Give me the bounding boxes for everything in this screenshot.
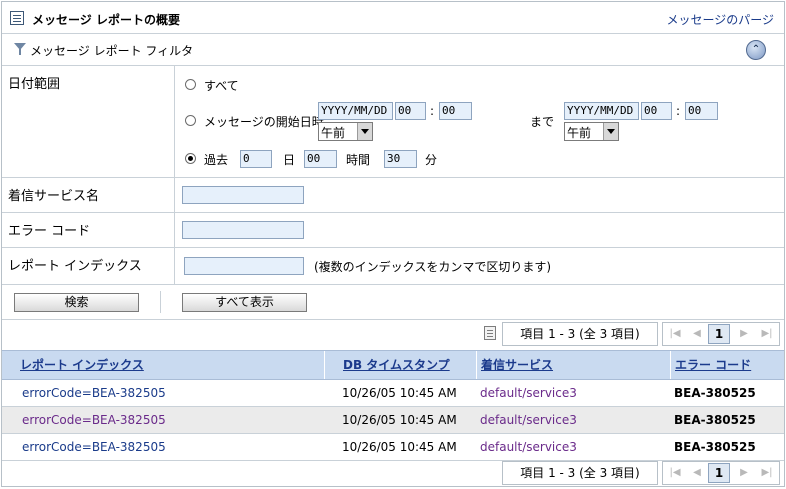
minutes-unit-label: 分	[425, 153, 438, 167]
inbound-service-row: 着信サービス名	[2, 178, 784, 213]
error-code-row: エラー コード	[2, 213, 784, 248]
pager-info: 項目 1 - 3 (全 3 項目)	[502, 322, 658, 346]
report-index-hint: (複数のインデックスをカンマで区切ります)	[314, 260, 552, 274]
days-unit-label: 日	[283, 153, 296, 167]
error-code-input[interactable]	[182, 221, 304, 239]
next-page-icon[interactable]: ▶	[732, 323, 756, 345]
first-page-icon[interactable]: |◀	[663, 462, 687, 484]
pager-buttons: |◀ ◀ 1 ▶ ▶|	[662, 322, 780, 346]
date-start-label: メッセージの開始日時	[204, 115, 324, 129]
current-page-button[interactable]: 1	[708, 463, 730, 483]
prev-page-icon[interactable]: ◀	[685, 323, 709, 345]
hours-unit-label: 時間	[346, 153, 371, 167]
date-past-radio[interactable]	[185, 153, 196, 164]
collapse-filter-button[interactable]: ⌃	[746, 40, 766, 60]
start-minute-input[interactable]: 00	[439, 102, 472, 120]
report-index-link[interactable]: errorCode=BEA-382505	[22, 380, 166, 406]
col-error-code[interactable]: エラー コード	[670, 351, 784, 379]
page-title: メッセージ レポートの概要	[32, 13, 180, 27]
until-label: まで	[530, 115, 555, 129]
table-row: errorCode=BEA-382505 10/26/05 10:45 AM d…	[2, 407, 784, 434]
date-range-row: 日付範囲 すべて メッセージの開始日時 YYYY/MM/DD 00 : 00 午…	[2, 66, 784, 178]
inbound-service-link[interactable]: default/service3	[480, 380, 577, 406]
report-index-row: レポート インデックス (複数のインデックスをカンマで区切ります)	[2, 248, 784, 285]
date-start-radio[interactable]	[185, 115, 196, 126]
show-all-button[interactable]: すべて表示	[182, 293, 307, 312]
report-index-link[interactable]: errorCode=BEA-382505	[22, 434, 166, 460]
col-report-index[interactable]: レポート インデックス	[2, 351, 320, 379]
pager-page-icon	[484, 326, 496, 340]
db-timestamp: 10/26/05 10:45 AM	[342, 386, 457, 400]
pager-bottom: 項目 1 - 3 (全 3 項目) |◀ ◀ 1 ▶ ▶|	[2, 461, 784, 485]
end-time-colon: :	[676, 104, 681, 118]
date-all-label: すべて	[204, 79, 239, 93]
chevron-down-icon	[357, 123, 372, 140]
col-inbound-service[interactable]: 着信サービス	[476, 351, 670, 379]
last-page-icon[interactable]: ▶|	[755, 323, 779, 345]
end-ampm-value: 午前	[567, 126, 592, 140]
message-report-summary-panel: メッセージ レポートの概要 メッセージのパージ メッセージ レポート フィルタ …	[1, 1, 785, 487]
report-index-input[interactable]	[184, 257, 304, 275]
actions-divider	[160, 291, 161, 313]
inbound-service-link[interactable]: default/service3	[480, 407, 577, 433]
date-past-label: 過去	[204, 153, 229, 167]
pager-info: 項目 1 - 3 (全 3 項目)	[502, 461, 658, 485]
table-row: errorCode=BEA-382505 10/26/05 10:45 AM d…	[2, 434, 784, 461]
past-minutes-input[interactable]: 30	[384, 150, 417, 168]
report-list-icon	[10, 11, 24, 25]
chevron-down-icon	[603, 123, 618, 140]
end-hour-input[interactable]: 00	[641, 102, 672, 120]
search-button[interactable]: 検索	[14, 293, 139, 312]
start-time-colon: :	[430, 104, 435, 118]
past-hours-input[interactable]: 00	[304, 150, 337, 168]
end-ampm-select[interactable]: 午前	[564, 122, 619, 141]
start-ampm-select[interactable]: 午前	[318, 122, 373, 141]
error-code-value: BEA-380525	[674, 413, 756, 427]
error-code-value: BEA-380525	[674, 440, 756, 454]
start-ampm-value: 午前	[321, 126, 346, 140]
results-table-header: レポート インデックス DB タイムスタンプ 着信サービス エラー コード	[2, 350, 784, 380]
filter-header: メッセージ レポート フィルタ ⌃	[2, 34, 784, 66]
current-page-button[interactable]: 1	[708, 324, 730, 344]
inbound-service-label: 着信サービス名	[2, 178, 175, 212]
db-timestamp: 10/26/05 10:45 AM	[342, 440, 457, 454]
next-page-icon[interactable]: ▶	[732, 462, 756, 484]
filter-actions-row: 検索 すべて表示	[2, 285, 784, 320]
first-page-icon[interactable]: |◀	[663, 323, 687, 345]
pager-buttons: |◀ ◀ 1 ▶ ▶|	[662, 461, 780, 485]
title-bar: メッセージ レポートの概要 メッセージのパージ	[2, 2, 784, 34]
table-row: errorCode=BEA-382505 10/26/05 10:45 AM d…	[2, 380, 784, 407]
date-range-label: 日付範囲	[2, 66, 175, 177]
last-page-icon[interactable]: ▶|	[755, 462, 779, 484]
pager-top: 項目 1 - 3 (全 3 項目) |◀ ◀ 1 ▶ ▶|	[2, 322, 784, 346]
past-days-input[interactable]: 0	[240, 150, 272, 168]
end-date-input[interactable]: YYYY/MM/DD	[564, 102, 639, 120]
filter-title: メッセージ レポート フィルタ	[30, 44, 194, 58]
end-minute-input[interactable]: 00	[685, 102, 718, 120]
inbound-service-link[interactable]: default/service3	[480, 434, 577, 460]
start-hour-input[interactable]: 00	[395, 102, 426, 120]
date-all-radio[interactable]	[185, 79, 196, 90]
inbound-service-input[interactable]	[182, 186, 304, 204]
filter-funnel-icon	[14, 43, 26, 55]
error-code-value: BEA-380525	[674, 386, 756, 400]
start-date-input[interactable]: YYYY/MM/DD	[318, 102, 393, 120]
col-db-timestamp[interactable]: DB タイムスタンプ	[324, 351, 476, 379]
db-timestamp: 10/26/05 10:45 AM	[342, 413, 457, 427]
prev-page-icon[interactable]: ◀	[685, 462, 709, 484]
report-index-label: レポート インデックス	[2, 248, 175, 284]
purge-messages-link[interactable]: メッセージのパージ	[666, 11, 774, 28]
error-code-label: エラー コード	[2, 213, 175, 247]
report-index-link[interactable]: errorCode=BEA-382505	[22, 407, 166, 433]
